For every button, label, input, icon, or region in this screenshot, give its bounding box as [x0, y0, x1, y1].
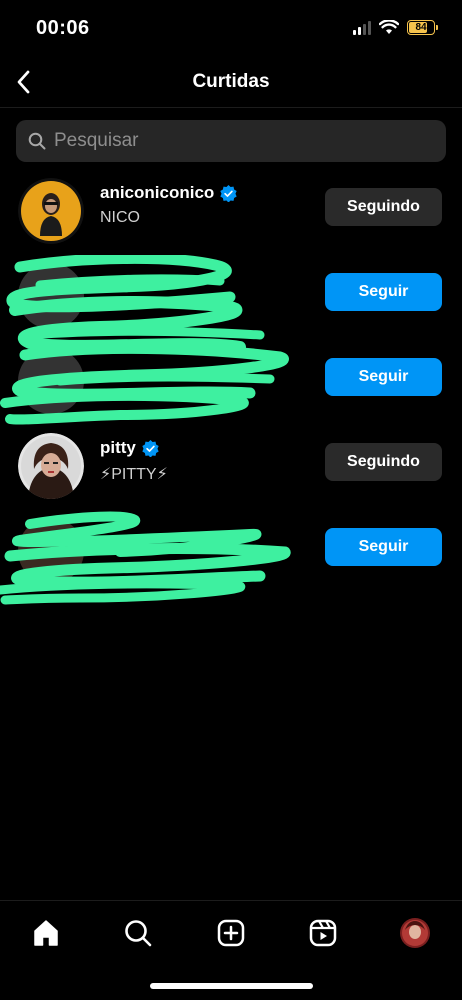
wifi-icon: [379, 20, 399, 34]
avatar[interactable]: [18, 433, 84, 499]
list-item[interactable]: Seguir: [0, 508, 462, 592]
profile-avatar: [400, 918, 430, 948]
avatar[interactable]: [18, 178, 84, 244]
list-item[interactable]: aniconiconico NICO Seguindo: [0, 168, 462, 252]
tab-home[interactable]: [26, 913, 66, 953]
full-name: ⚡PITTY⚡: [100, 466, 168, 483]
following-button[interactable]: Seguindo: [325, 188, 442, 226]
battery-level: 84: [415, 22, 427, 33]
user-names: aniconiconico NICO: [100, 183, 237, 227]
verified-badge-icon: [220, 184, 237, 202]
avatar[interactable]: [18, 263, 84, 329]
list-item[interactable]: pitty ⚡PITTY⚡ Seguindo: [0, 423, 462, 507]
username[interactable]: pitty: [100, 438, 136, 458]
cellular-signal-icon: [353, 20, 371, 35]
page-title: Curtidas: [192, 71, 270, 92]
home-icon: [34, 920, 58, 946]
status-time: 00:06: [36, 17, 90, 39]
following-button[interactable]: Seguindo: [325, 443, 442, 481]
follow-button[interactable]: Seguir: [325, 273, 442, 311]
verified-badge-icon: [142, 439, 159, 457]
search-icon: [125, 920, 152, 947]
search-bar[interactable]: [16, 120, 446, 162]
search-icon: [28, 132, 46, 150]
list-item[interactable]: Seguir: [0, 338, 462, 422]
tab-create[interactable]: [211, 913, 251, 953]
follow-button[interactable]: Seguir: [325, 358, 442, 396]
tab-search[interactable]: [118, 913, 158, 953]
status-bar: 00:06 84: [0, 0, 462, 56]
status-icons: 84: [353, 20, 438, 35]
search-input[interactable]: [54, 130, 414, 152]
header: Curtidas: [0, 56, 462, 108]
home-indicator: [150, 983, 313, 989]
battery-icon: 84: [407, 20, 435, 35]
user-names: pitty ⚡PITTY⚡: [100, 438, 168, 484]
follow-button[interactable]: Seguir: [325, 528, 442, 566]
reels-icon: [309, 919, 337, 947]
avatar[interactable]: [18, 518, 84, 584]
tab-reels[interactable]: [303, 913, 343, 953]
create-icon: [217, 919, 245, 947]
full-name: NICO: [100, 209, 140, 226]
avatar[interactable]: [18, 348, 84, 414]
tab-profile[interactable]: [395, 913, 435, 953]
list-item[interactable]: Seguir: [0, 253, 462, 337]
username[interactable]: aniconiconico: [100, 183, 214, 203]
